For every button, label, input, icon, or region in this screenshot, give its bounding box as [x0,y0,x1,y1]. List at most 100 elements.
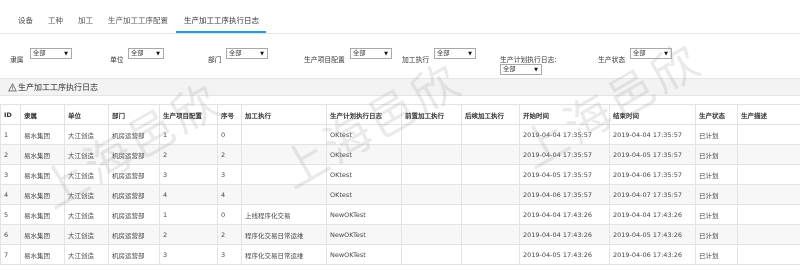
column-header[interactable]: 加工执行 [241,104,327,125]
column-header[interactable]: 序号 [217,104,242,125]
table-header-row: ID 隶属 单位 部门 生产项目配置 序号 加工执行 生产计划执行日志 前置加工… [0,104,800,125]
filter-dept-select[interactable]: 全部 ▼ [226,48,268,59]
tab-device[interactable]: 设备 [18,15,33,26]
table-cell: 5 [0,204,21,225]
table-cell [241,184,327,205]
table-cell [401,184,462,205]
table-cell: 2 [217,224,242,245]
tab-job-type[interactable]: 工种 [48,15,63,26]
chevron-down-icon: ▼ [664,51,668,57]
table-cell: 机房运营部 [108,244,160,265]
table-cell: 2 [0,144,21,165]
filter-dept-label: 部门 [208,56,222,64]
table-cell: 机房运营部 [108,184,160,205]
column-header[interactable]: 单位 [64,104,109,125]
table-cell: 机房运营部 [108,144,160,165]
filter-unit-select[interactable]: 全部 ▼ [128,48,164,59]
table-cell: 2019-04-04 17:35:57 [519,144,610,165]
filter-owner-select[interactable]: 全部 ▼ [30,48,72,59]
table-cell: OKtest [326,124,402,145]
table-cell: 上线程序化交易 [241,204,327,225]
table-cell: 大江创造 [64,204,109,225]
table-row[interactable]: 1 易水集团 大江创造 机房运营部 1 0 OKtest 2019-04-04 17:35:5… [0,124,800,145]
table-cell: OKtest [326,164,402,185]
table-cell: 4 [159,184,218,205]
table-cell: 1 [159,204,218,225]
filter-project-label: 生产项目配置 [304,56,345,64]
filter-plan-log-label: 生产计划执行日志: [500,56,557,64]
column-header[interactable]: 生产描述 [737,104,800,125]
table-cell: 已计划 [695,124,738,145]
table-row[interactable]: 3 易水集团 大江创造 机房运营部 3 3 OKtest 2019-04-05 17:35:5… [0,164,800,185]
filter-exec-select[interactable]: 全部 ▼ [434,48,476,59]
column-header[interactable]: 隶属 [20,104,65,125]
table-cell [461,124,520,145]
filter-status-select[interactable]: 全部 ▼ [630,48,672,59]
table-cell: 机房运营部 [108,124,160,145]
table-cell: 0 [217,204,242,225]
chevron-down-icon: ▼ [384,51,388,57]
filter-exec-label: 加工执行 [402,56,430,64]
column-header[interactable]: 生产计划执行日志 [326,104,402,125]
column-header[interactable]: 部门 [108,104,160,125]
table-cell: 已计划 [695,244,738,265]
table-cell: 2019-04-04 17:43:26 [609,204,696,225]
table-cell: 2019-04-05 17:43:26 [609,224,696,245]
filter-project-select[interactable]: 全部 ▼ [350,48,392,59]
table-cell: 1 [0,124,21,145]
chevron-down-icon: ▼ [156,51,160,57]
table-row[interactable]: 6 易水集团 大江创造 机房运营部 2 2 程序化交易日常运维 NewOKTest 2019-0… [0,224,800,245]
table-cell [737,124,800,145]
table-row[interactable]: 4 易水集团 大江创造 机房运营部 4 4 OKtest 2019-04-06 17:35:5… [0,184,800,205]
chevron-down-icon: ▼ [534,67,538,73]
table-cell: 0 [217,124,242,145]
table-cell: 易水集团 [20,184,65,205]
table-cell [401,244,462,265]
table-cell: 程序化交易日常运维 [241,244,327,265]
warning-icon [8,83,17,92]
column-header[interactable]: ID [0,104,21,125]
table-cell: 2 [217,144,242,165]
filter-project-value: 全部 [353,50,366,57]
filter-dept-value: 全部 [229,50,242,57]
table-cell: NewOKTest [326,244,402,265]
table-cell: 4 [217,184,242,205]
tab-process-config[interactable]: 生产加工工序配置 [108,15,168,26]
filter-plan-log-select[interactable]: 全部 ▼ [500,64,542,75]
tab-processing[interactable]: 加工 [78,15,93,26]
column-header[interactable]: 生产项目配置 [159,104,218,125]
tab-bar: 设备 工种 加工 生产加工工序配置 生产加工工序执行日志 [0,0,800,34]
table-row[interactable]: 5 易水集团 大江创造 机房运营部 1 0 上线程序化交易 NewOKTest 2019-04-… [0,204,800,225]
column-header[interactable]: 前置加工执行 [401,104,462,125]
table-cell [401,204,462,225]
table-cell: 已计划 [695,184,738,205]
table-row[interactable]: 7 易水集团 大江创造 机房运营部 3 3 程序化交易日常运维 NewOKTest 2019-0… [0,244,800,265]
table-cell [241,144,327,165]
table-cell: 2019-04-06 17:35:57 [519,184,610,205]
column-header[interactable]: 结束时间 [609,104,696,125]
tab-process-exec-log[interactable]: 生产加工工序执行日志 [184,15,259,26]
table-cell: 2019-04-06 17:43:26 [609,244,696,265]
filter-unit-value: 全部 [131,50,144,57]
table-cell: 2019-04-05 17:35:57 [519,164,610,185]
column-header[interactable]: 生产状态 [695,104,738,125]
table-cell: 3 [0,164,21,185]
table-cell [461,204,520,225]
table-cell [737,184,800,205]
column-header[interactable]: 开始时间 [519,104,610,125]
section-header: 生产加工工序执行日志 [0,78,800,96]
table-row[interactable]: 2 易水集团 大江创造 机房运营部 2 2 OKtest 2019-04-04 17:35:5… [0,144,800,165]
table-cell: 2019-04-04 17:43:26 [519,224,610,245]
table-cell: 易水集团 [20,244,65,265]
table-cell: 2019-04-04 17:35:57 [519,124,610,145]
table-cell: 易水集团 [20,124,65,145]
table-cell: 易水集团 [20,224,65,245]
table-cell [401,124,462,145]
column-header[interactable]: 后续加工执行 [461,104,520,125]
table-cell: 2019-04-04 17:43:26 [519,204,610,225]
table-cell: 已计划 [695,164,738,185]
filter-exec-value: 全部 [437,50,450,57]
table-cell: 2019-04-06 17:35:57 [609,164,696,185]
table-cell: 2019-04-05 17:43:26 [519,244,610,265]
table-cell: 2 [159,144,218,165]
